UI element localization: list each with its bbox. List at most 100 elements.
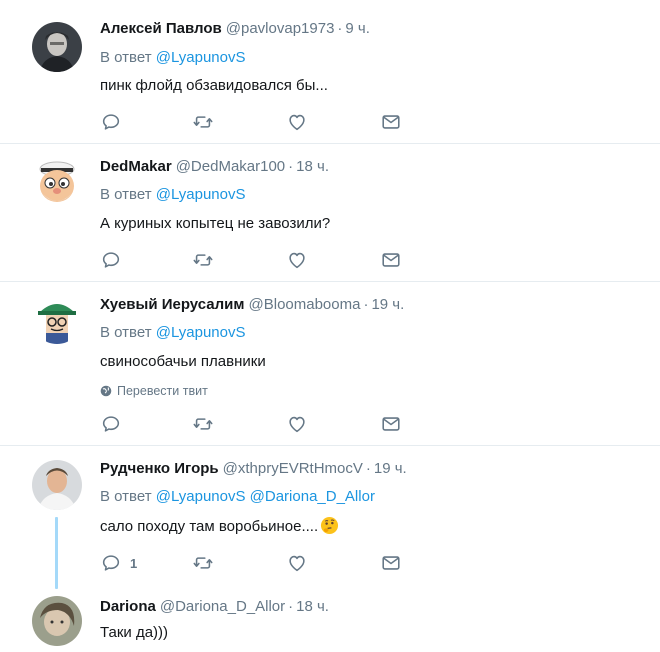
envelope-icon: [382, 115, 400, 129]
separator-dot: ·: [288, 598, 294, 615]
author-name[interactable]: Алексей Павлов: [100, 20, 222, 37]
reply-to-line: В ответ @LyapunovS: [100, 48, 245, 68]
reply-prefix: В ответ: [100, 488, 152, 505]
avatar[interactable]: [32, 294, 82, 344]
retweet-button[interactable]: [192, 552, 214, 574]
tweet-time[interactable]: 19 ч.: [374, 460, 407, 477]
mention-link[interactable]: @Dariona_D_Allor: [250, 488, 375, 505]
separator-dot: ·: [288, 158, 294, 175]
reply-button[interactable]: [100, 249, 130, 271]
mention-link[interactable]: @LyapunovS: [156, 186, 246, 203]
avatar[interactable]: [32, 460, 82, 510]
avatar-cartoon: [32, 294, 82, 344]
avatar-photo: [32, 22, 82, 72]
avatar-cartoon: [32, 156, 82, 206]
tweet-text: пинк флойд обзавидовался бы...: [100, 77, 328, 94]
reply-button[interactable]: [100, 111, 130, 133]
retweet-button[interactable]: [192, 111, 214, 133]
like-button[interactable]: [286, 413, 308, 435]
like-button[interactable]: [286, 111, 308, 133]
tweet-text-content: сало походу там воробьиное....: [100, 518, 319, 535]
tweet-text: Таки да))): [100, 624, 169, 641]
reply-to-line: В ответ @LyapunovS: [100, 185, 245, 205]
reply-prefix: В ответ: [100, 186, 152, 203]
tweet-text: А куриных копытец не завозили?: [100, 215, 331, 232]
mention-link[interactable]: @LyapunovS: [156, 488, 246, 505]
direct-message-button[interactable]: [380, 552, 402, 574]
reply-count: 1: [130, 555, 138, 571]
mention-link[interactable]: @LyapunovS: [156, 49, 246, 66]
tweet[interactable]: Dariona @Dariona_D_Allor · 18 ч. Таки да))): [0, 592, 660, 652]
avatar[interactable]: [32, 596, 82, 646]
envelope-icon: [382, 556, 400, 570]
retweet-icon: [193, 557, 213, 569]
separator-dot: ·: [365, 460, 371, 477]
author-name[interactable]: Dariona: [100, 598, 156, 615]
author-name[interactable]: DedMakar: [100, 158, 172, 175]
tweet-header: Dariona @Dariona_D_Allor · 18 ч.: [100, 597, 329, 617]
tweet[interactable]: DedMakar @DedMakar100 · 18 ч. В ответ @Lyap…: [0, 144, 660, 282]
heart-icon: [289, 416, 305, 433]
author-handle[interactable]: @DedMakar100: [176, 158, 285, 175]
avatar[interactable]: [32, 156, 82, 206]
reply-prefix: В ответ: [100, 49, 152, 66]
reply-button[interactable]: [100, 413, 130, 435]
tweet-actions: [100, 111, 420, 133]
tweet-time[interactable]: 18 ч.: [296, 158, 329, 175]
tweet-header: Алексей Павлов @pavlovap1973 · 9 ч.: [100, 19, 370, 39]
heart-icon: [289, 114, 305, 131]
separator-dot: ·: [337, 20, 343, 37]
avatar-photo: [32, 460, 82, 510]
tweet-header: Хуевый Иерусалим @Bloomabooma · 19 ч.: [100, 295, 404, 315]
retweet-button[interactable]: [192, 413, 214, 435]
reply-icon: [102, 416, 120, 432]
avatar[interactable]: [32, 22, 82, 72]
avatar-photo: [32, 596, 82, 646]
thinking-face-icon: [321, 516, 339, 535]
direct-message-button[interactable]: [380, 413, 402, 435]
tweet-time[interactable]: 9 ч.: [345, 20, 370, 37]
author-handle[interactable]: @xthpryEVRtHmocV: [223, 460, 363, 477]
tweet-actions: 1: [100, 552, 420, 574]
reply-to-line: В ответ @LyapunovS: [100, 323, 245, 343]
author-handle[interactable]: @Dariona_D_Allor: [160, 598, 285, 615]
tweet-header: Рудченко Игорь @xthpryEVRtHmocV · 19 ч.: [100, 459, 407, 479]
reply-icon: [102, 114, 120, 130]
retweet-icon: [193, 254, 213, 266]
mention-link[interactable]: @LyapunovS: [156, 324, 246, 341]
retweet-icon: [193, 418, 213, 430]
tweet-time[interactable]: 19 ч.: [371, 296, 404, 313]
heart-icon: [289, 252, 305, 269]
author-name[interactable]: Рудченко Игорь: [100, 460, 219, 477]
reply-icon: [102, 555, 120, 571]
retweet-icon: [193, 116, 213, 128]
tweet-text: свинособачьи плавники: [100, 353, 266, 370]
reply-prefix: В ответ: [100, 324, 152, 341]
tweet[interactable]: Рудченко Игорь @xthpryEVRtHmocV · 19 ч. В о…: [0, 446, 660, 592]
direct-message-button[interactable]: [380, 249, 402, 271]
direct-message-button[interactable]: [380, 111, 402, 133]
tweet-actions: [100, 249, 420, 271]
like-button[interactable]: [286, 249, 308, 271]
heart-icon: [289, 555, 305, 572]
retweet-button[interactable]: [192, 249, 214, 271]
tweet-header: DedMakar @DedMakar100 · 18 ч.: [100, 157, 329, 177]
tweet[interactable]: Хуевый Иерусалим @Bloomabooma · 19 ч. В отв…: [0, 282, 660, 446]
separator-dot: ·: [363, 296, 369, 313]
envelope-icon: [382, 253, 400, 267]
reply-button[interactable]: 1: [100, 552, 137, 574]
author-handle[interactable]: @pavlovap1973: [226, 20, 335, 37]
globe-icon: [100, 385, 112, 397]
author-name[interactable]: Хуевый Иерусалим: [100, 296, 245, 313]
translate-tweet-link[interactable]: Перевести твит: [100, 383, 208, 399]
tweet-text: сало походу там воробьиное....: [100, 516, 339, 537]
envelope-icon: [382, 417, 400, 431]
tweet-actions: [100, 413, 420, 435]
tweet-time[interactable]: 18 ч.: [296, 598, 329, 615]
tweet[interactable]: Алексей Павлов @pavlovap1973 · 9 ч. В ответ…: [0, 0, 660, 144]
reply-icon: [102, 252, 120, 268]
translate-label: Перевести твит: [117, 384, 208, 398]
author-handle[interactable]: @Bloomabooma: [249, 296, 361, 313]
like-button[interactable]: [286, 552, 308, 574]
reply-to-line: В ответ @LyapunovS @Dariona_D_Allor: [100, 487, 375, 507]
